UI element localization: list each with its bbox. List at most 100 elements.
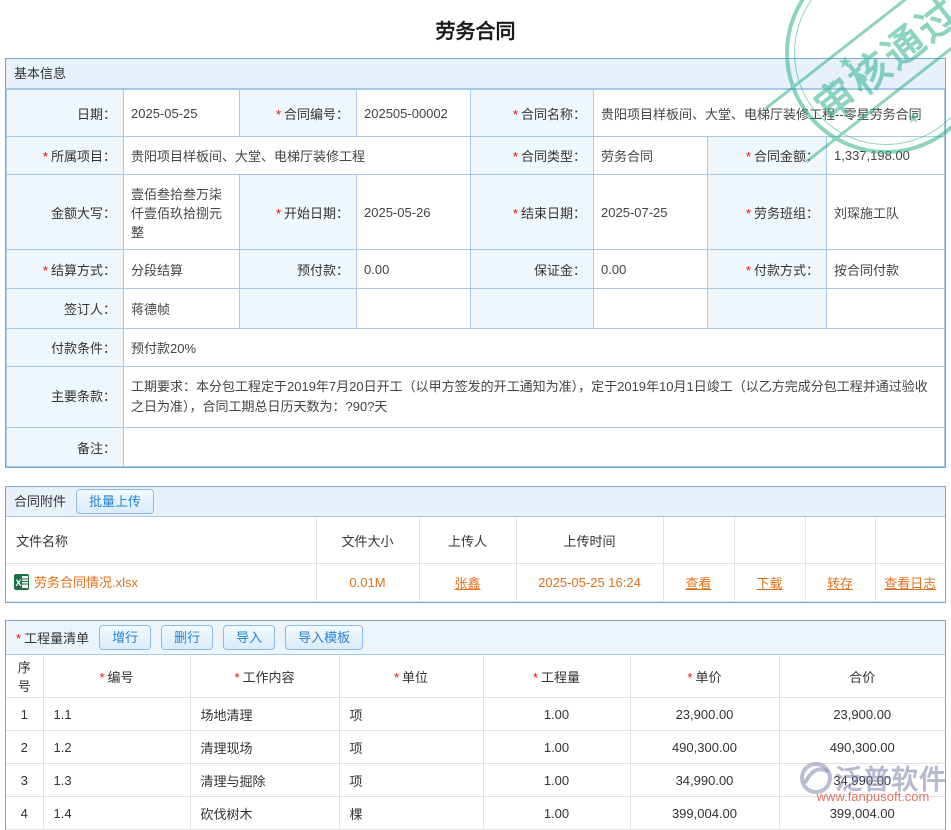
amount-cn-label: 金额大写： xyxy=(7,175,124,250)
view-log-link[interactable]: 查看日志 xyxy=(884,576,936,591)
attachment-row: X 劳务合同情况.xlsx 0.01M 张鑫 2025-05-25 16:24 … xyxy=(6,564,945,602)
add-row-button[interactable]: 增行 xyxy=(99,625,151,650)
content-cell[interactable]: 清理与掘除 xyxy=(190,764,339,797)
boq-section: *工程量清单 增行 删行 导入 导入模板 序号 *编号 *工作内容 *单位 *工… xyxy=(5,620,946,830)
content-cell[interactable]: 场地清理 xyxy=(190,698,339,731)
code-cell[interactable]: 1.3 xyxy=(43,764,190,797)
col-header-seq: 序号 xyxy=(6,655,43,698)
download-link[interactable]: 下载 xyxy=(756,576,782,591)
main-clauses-value: 工期要求：本分包工程定于2019年7月20日开工（以甲方签发的开工通知为准），定… xyxy=(124,367,945,428)
price-cell[interactable]: 490,300.00 xyxy=(630,731,779,764)
price-cell[interactable]: 23,900.00 xyxy=(630,698,779,731)
col-header-total: 合价 xyxy=(779,655,945,698)
required-mark: * xyxy=(746,263,751,278)
save-as-link[interactable]: 转存 xyxy=(827,576,853,591)
import-button[interactable]: 导入 xyxy=(223,625,275,650)
total-cell: 399,004.00 xyxy=(779,797,945,830)
amount-value: 1,337,198.00 xyxy=(827,137,945,175)
end-date-value: 2025-07-25 xyxy=(594,175,708,250)
basic-info-title: 基本信息 xyxy=(14,59,66,88)
unit-cell[interactable]: 项 xyxy=(339,731,483,764)
seq-cell: 2 xyxy=(6,731,43,764)
seq-cell: 3 xyxy=(6,764,43,797)
qty-cell[interactable]: 1.00 xyxy=(483,698,630,731)
batch-upload-button[interactable]: 批量上传 xyxy=(76,489,154,514)
contract-type-value: 劳务合同 xyxy=(594,137,708,175)
code-cell[interactable]: 1.1 xyxy=(43,698,190,731)
price-cell[interactable]: 34,990.00 xyxy=(630,764,779,797)
empty-cell xyxy=(471,289,594,329)
required-mark: * xyxy=(513,149,518,164)
deposit-value: 0.00 xyxy=(594,250,708,289)
code-cell[interactable]: 1.2 xyxy=(43,731,190,764)
required-mark: * xyxy=(234,670,239,685)
delete-row-button[interactable]: 删行 xyxy=(161,625,213,650)
contract-name-value: 贵阳项目样板间、大堂、电梯厅装修工程--零星劳务合同 xyxy=(594,90,945,137)
deposit-label: 保证金： xyxy=(471,250,594,289)
price-cell[interactable]: 399,004.00 xyxy=(630,797,779,830)
empty-cell xyxy=(875,517,945,564)
required-mark: * xyxy=(43,263,48,278)
svg-text:X: X xyxy=(15,578,21,588)
seq-cell: 1 xyxy=(6,698,43,731)
required-mark: * xyxy=(746,149,751,164)
file-link[interactable]: X 劳务合同情况.xlsx xyxy=(14,572,138,591)
file-size-value: 0.01M xyxy=(316,564,419,602)
qty-cell[interactable]: 1.00 xyxy=(483,731,630,764)
excel-file-icon: X xyxy=(14,574,29,590)
signer-value: 蒋德帧 xyxy=(124,289,240,329)
file-name-header: 文件名称 xyxy=(6,517,316,564)
empty-cell xyxy=(240,289,357,329)
date-label: 日期： xyxy=(7,90,124,137)
code-cell[interactable]: 1.4 xyxy=(43,797,190,830)
end-date-label: *结束日期： xyxy=(471,175,594,250)
col-header-price: *单价 xyxy=(630,655,779,698)
page-title: 劳务合同 xyxy=(0,0,951,58)
basic-info-table: 日期： 2025-05-25 *合同编号： 202505-00002 *合同名称… xyxy=(6,89,945,467)
attachments-section: 合同附件 批量上传 文件名称 文件大小 上传人 上传时间 X 劳务合同情况.xl… xyxy=(5,486,946,603)
attachments-title: 合同附件 xyxy=(14,487,66,516)
upload-time-value: 2025-05-25 16:24 xyxy=(516,564,663,602)
boq-header: *工程量清单 增行 删行 导入 导入模板 xyxy=(6,621,945,655)
pay-terms-value: 预付款20% xyxy=(124,329,945,367)
unit-cell[interactable]: 项 xyxy=(339,698,483,731)
uploader-value: 张鑫 xyxy=(419,564,516,602)
basic-info-section: 基本信息 日期： 2025-05-25 *合同编号： 202505-00002 … xyxy=(5,58,946,468)
empty-cell xyxy=(827,289,945,329)
boq-row: 4 1.4 砍伐树木 棵 1.00 399,004.00 399,004.00 xyxy=(6,797,945,830)
prepay-value: 0.00 xyxy=(357,250,471,289)
content-cell[interactable]: 砍伐树木 xyxy=(190,797,339,830)
required-mark: * xyxy=(16,631,21,646)
empty-cell xyxy=(663,517,734,564)
view-link[interactable]: 查看 xyxy=(685,576,711,591)
date-value: 2025-05-25 xyxy=(124,90,240,137)
unit-cell[interactable]: 项 xyxy=(339,764,483,797)
remark-value xyxy=(124,428,945,467)
contract-type-label: *合同类型： xyxy=(471,137,594,175)
content-cell[interactable]: 清理现场 xyxy=(190,731,339,764)
project-label: *所属项目： xyxy=(7,137,124,175)
labor-team-value: 刘琛施工队 xyxy=(827,175,945,250)
required-mark: * xyxy=(394,670,399,685)
project-value: 贵阳项目样板间、大堂、电梯厅装修工程 xyxy=(124,137,471,175)
start-date-label: *开始日期： xyxy=(240,175,357,250)
required-mark: * xyxy=(43,149,48,164)
col-header-code: *编号 xyxy=(43,655,190,698)
uploader-header: 上传人 xyxy=(419,517,516,564)
settle-method-value: 分段结算 xyxy=(124,250,240,289)
remark-label: 备注： xyxy=(7,428,124,467)
pay-method-value: 按合同付款 xyxy=(827,250,945,289)
col-header-content: *工作内容 xyxy=(190,655,339,698)
attachments-header: 合同附件 批量上传 xyxy=(6,487,945,517)
empty-cell xyxy=(708,289,827,329)
required-mark: * xyxy=(513,107,518,122)
required-mark: * xyxy=(276,107,281,122)
import-template-button[interactable]: 导入模板 xyxy=(285,625,363,650)
total-cell: 490,300.00 xyxy=(779,731,945,764)
qty-cell[interactable]: 1.00 xyxy=(483,764,630,797)
amount-label: *合同金额： xyxy=(708,137,827,175)
unit-cell[interactable]: 棵 xyxy=(339,797,483,830)
empty-cell xyxy=(357,289,471,329)
required-mark: * xyxy=(99,670,104,685)
qty-cell[interactable]: 1.00 xyxy=(483,797,630,830)
